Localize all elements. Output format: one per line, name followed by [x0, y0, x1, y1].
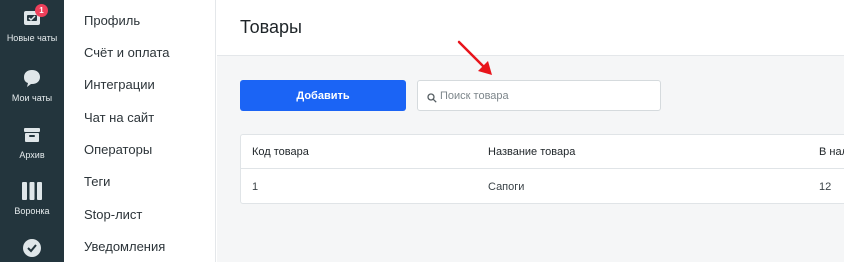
menu-item-operators[interactable]: Операторы	[84, 142, 152, 157]
search-input[interactable]	[440, 81, 656, 110]
products-table: Код товара Название товара В нал 1 Сапог…	[240, 134, 844, 204]
main-content: Товары Добавить Код товара Название това…	[217, 0, 844, 262]
menu-item-notifications[interactable]: Уведомления	[84, 239, 165, 254]
rail-item-archive[interactable]: Архив	[0, 125, 64, 160]
column-header-code[interactable]: Код товара	[252, 135, 309, 169]
annotation-arrow-icon	[457, 40, 492, 75]
new-chats-icon: 1	[22, 4, 48, 28]
rail-item-label: Мои чаты	[11, 93, 53, 103]
column-header-name[interactable]: Название товара	[488, 135, 575, 169]
menu-item-tags[interactable]: Теги	[84, 174, 110, 189]
cell-name: Сапоги	[488, 181, 525, 193]
page-header: Товары	[217, 0, 844, 56]
unread-badge: 1	[35, 4, 48, 17]
menu-item-site-chat[interactable]: Чат на сайт	[84, 110, 154, 125]
archive-box-icon	[22, 125, 42, 145]
add-product-button[interactable]: Добавить	[240, 80, 406, 111]
rail-item-tasks[interactable]	[0, 238, 64, 258]
menu-item-integrations[interactable]: Интеграции	[84, 77, 155, 92]
search-icon	[427, 90, 437, 108]
cell-code: 1	[252, 181, 259, 193]
rail-item-label: Воронка	[14, 206, 50, 216]
search-box[interactable]	[417, 80, 661, 111]
chat-bubble-icon	[22, 68, 42, 88]
table-row[interactable]: 1 Сапоги 12	[241, 170, 844, 203]
rail-item-funnel[interactable]: Воронка	[0, 181, 64, 216]
menu-item-stop-list[interactable]: Stop-лист	[84, 207, 142, 222]
page-title: Товары	[240, 17, 302, 37]
column-header-stock[interactable]: В нал	[819, 135, 844, 169]
menu-item-profile[interactable]: Профиль	[84, 13, 140, 28]
icon-rail: 1 Новые чаты Мои чаты Архив Воронка	[0, 0, 64, 262]
funnel-columns-icon	[21, 181, 43, 201]
check-circle-icon	[22, 238, 42, 258]
cell-stock: 12	[819, 181, 832, 193]
rail-item-label: Новые чаты	[6, 33, 58, 43]
settings-menu: Профиль Счёт и оплата Интеграции Чат на …	[64, 0, 216, 262]
table-header-row: Код товара Название товара В нал	[241, 135, 844, 169]
rail-item-new-chats[interactable]: 1 Новые чаты	[0, 4, 64, 43]
rail-item-label: Архив	[19, 150, 45, 160]
rail-item-my-chats[interactable]: Мои чаты	[0, 68, 64, 103]
menu-item-billing[interactable]: Счёт и оплата	[84, 45, 170, 60]
